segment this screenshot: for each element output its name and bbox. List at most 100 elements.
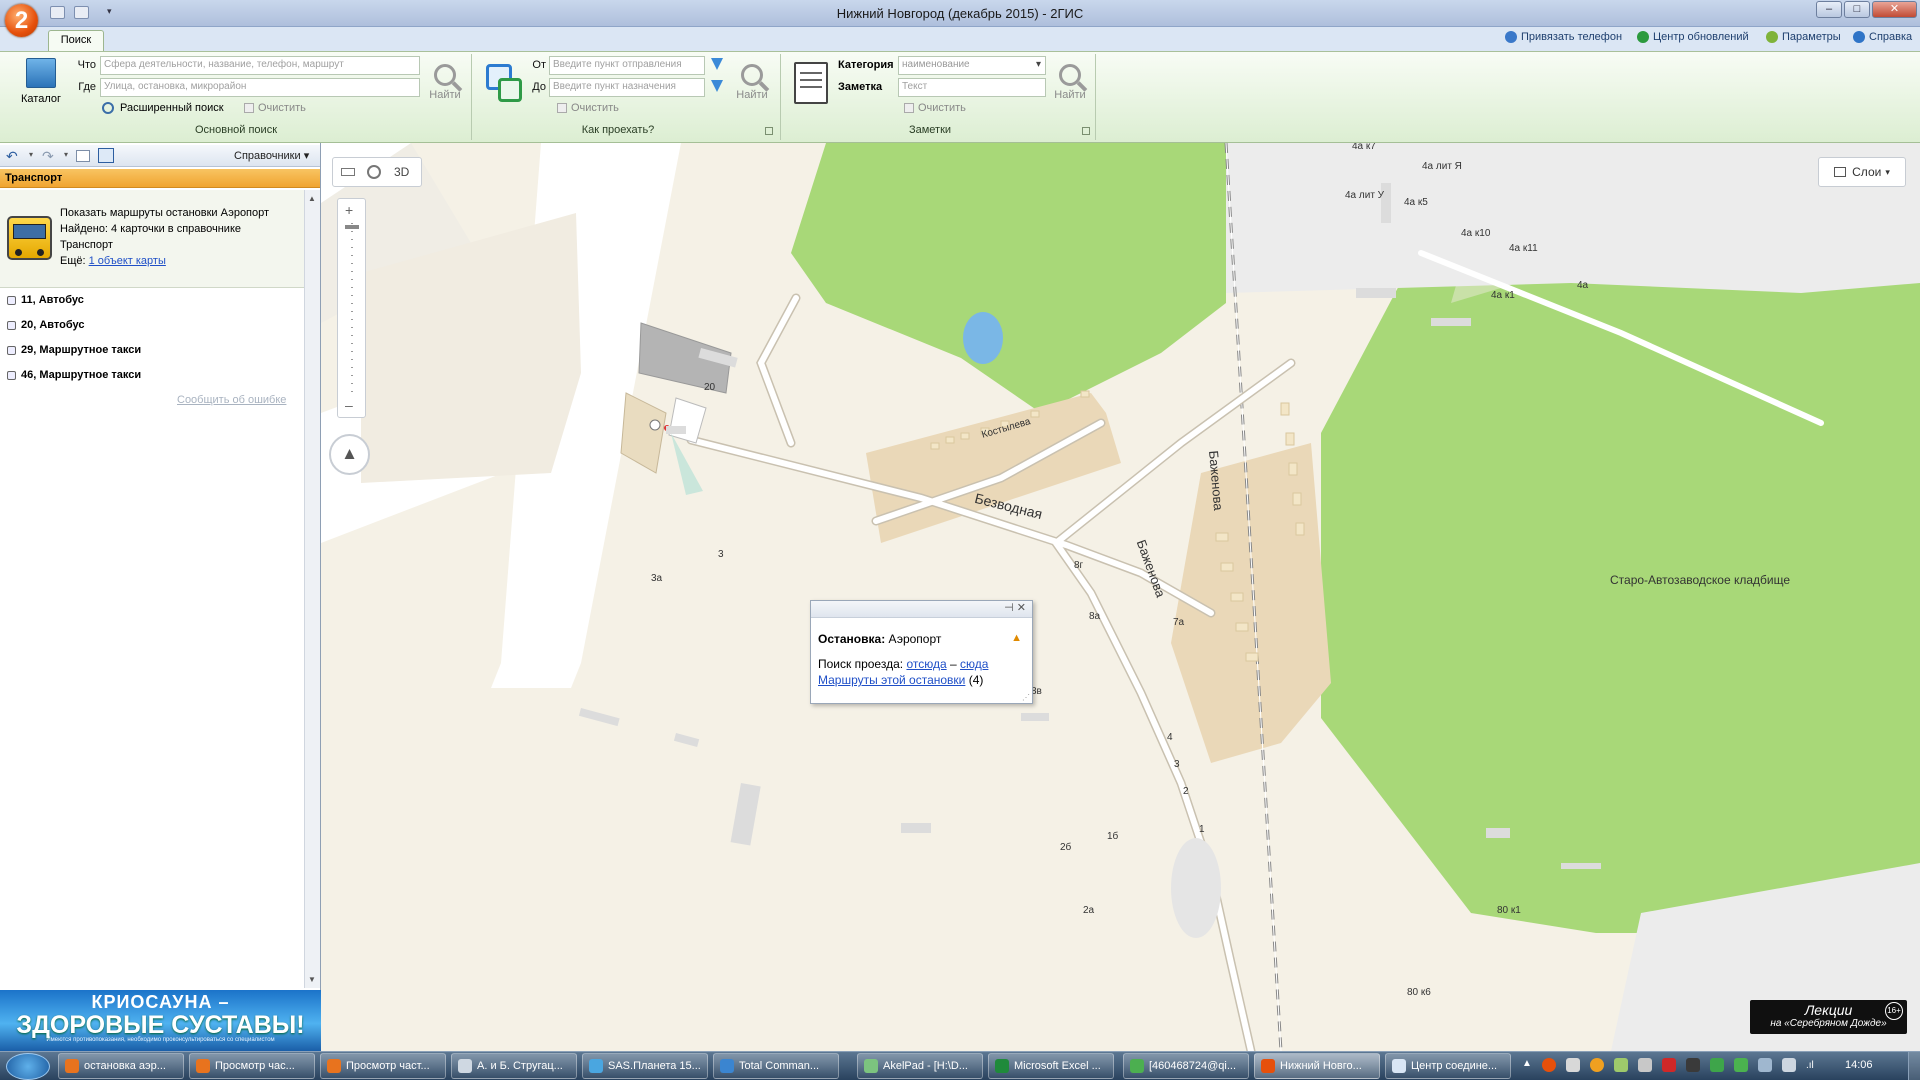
- map-object-link[interactable]: 1 объект карты: [89, 255, 166, 267]
- route-icon[interactable]: [482, 60, 526, 106]
- 3d-toggle-button[interactable]: 3D: [394, 165, 409, 179]
- route-item[interactable]: 46, Маршрутное такси: [7, 369, 141, 381]
- from-input[interactable]: Введите пункт отправления: [549, 56, 705, 75]
- taskbar-item[interactable]: Total Comman...: [713, 1053, 839, 1079]
- tray-icon[interactable]: [1638, 1058, 1652, 1072]
- start-button[interactable]: [6, 1053, 50, 1080]
- tray-icon[interactable]: [1734, 1058, 1748, 1072]
- route-item[interactable]: 11, Автобус: [7, 294, 84, 306]
- minibus-route-icon: [7, 345, 16, 355]
- tray-icon[interactable]: [1590, 1058, 1604, 1072]
- forward-dropdown-icon[interactable]: ▾: [64, 150, 68, 159]
- close-button[interactable]: ✕: [1872, 1, 1917, 18]
- qat-dropdown-icon[interactable]: ▾: [107, 6, 112, 17]
- warning-icon[interactable]: ▲: [1011, 632, 1022, 644]
- compass-icon[interactable]: ▲: [329, 434, 370, 475]
- house-number: 4а к5: [1404, 197, 1428, 208]
- notes-group-launcher[interactable]: [1082, 127, 1090, 135]
- taskbar-item[interactable]: [460468724@qi...: [1123, 1053, 1249, 1079]
- taskbar-item[interactable]: Просмотр час...: [189, 1053, 315, 1079]
- sidebar-scrollbar[interactable]: ▲ ▼: [304, 190, 320, 988]
- find-main-button[interactable]: Найти: [427, 58, 463, 108]
- tray-icon[interactable]: [1710, 1058, 1724, 1072]
- link-update-center[interactable]: Центр обновлений: [1637, 31, 1749, 43]
- catalog-button[interactable]: Каталог: [10, 56, 72, 112]
- directories-dropdown[interactable]: Справочники ▾: [234, 149, 309, 162]
- zoom-out-icon[interactable]: –: [345, 397, 353, 413]
- clock[interactable]: 14:06: [1845, 1059, 1873, 1071]
- minimize-button[interactable]: –: [1816, 1, 1842, 18]
- house-number: 4а к10: [1461, 228, 1491, 239]
- tray-expand-icon[interactable]: ▲: [1522, 1058, 1532, 1069]
- link-parameters[interactable]: Параметры: [1766, 31, 1841, 43]
- tray-icon[interactable]: [1566, 1058, 1580, 1072]
- app-logo-icon[interactable]: 2: [5, 4, 38, 37]
- sidebar-toolbar: ↶ ▾ ↷ ▾ Справочники ▾: [0, 145, 320, 167]
- tab-search[interactable]: Поиск: [48, 30, 104, 51]
- volume-tray-icon[interactable]: [1782, 1058, 1796, 1072]
- taskbar-item[interactable]: Центр соедине...: [1385, 1053, 1511, 1079]
- pin-icon[interactable]: ⊣: [1004, 602, 1014, 614]
- house-number: 4а лит Я: [1422, 161, 1462, 172]
- route-to-here-link[interactable]: сюда: [960, 657, 988, 671]
- taskbar-item[interactable]: Просмотр част...: [320, 1053, 446, 1079]
- map-ad-badge[interactable]: Лекции на «Серебряном Дожде» 16+: [1750, 1000, 1907, 1034]
- route-item[interactable]: 29, Маршрутное такси: [7, 344, 141, 356]
- tray-icon[interactable]: [1614, 1058, 1628, 1072]
- resize-grip-icon[interactable]: ⋰: [1022, 693, 1030, 702]
- ruler-icon[interactable]: [341, 168, 355, 176]
- taskbar-item[interactable]: AkelPad - [H:\D...: [857, 1053, 983, 1079]
- forward-icon[interactable]: ↷: [42, 148, 54, 165]
- note-input[interactable]: Текст: [898, 78, 1046, 97]
- clear-route-button[interactable]: Очистить: [557, 102, 619, 114]
- tray-icon[interactable]: [1686, 1058, 1700, 1072]
- taskbar-item[interactable]: Microsoft Excel ...: [988, 1053, 1114, 1079]
- what-input[interactable]: Сфера деятельности, название, телефон, м…: [100, 56, 420, 75]
- map-view[interactable]: Безводная Костылева Баженова Баженова Ст…: [321, 143, 1920, 1051]
- zoom-slider[interactable]: + –: [337, 198, 366, 418]
- tray-icon[interactable]: [1662, 1058, 1676, 1072]
- to-input[interactable]: Введите пункт назначения: [549, 78, 705, 97]
- link-help[interactable]: Справка: [1853, 31, 1912, 43]
- list-view-icon[interactable]: [98, 148, 114, 163]
- quick-access-icon[interactable]: [50, 6, 65, 19]
- taskbar-item[interactable]: SAS.Планета 15...: [582, 1053, 708, 1079]
- stop-routes-link[interactable]: Маршруты этой остановки: [818, 673, 965, 687]
- maximize-button[interactable]: □: [1844, 1, 1870, 18]
- back-icon[interactable]: ↶: [6, 148, 18, 165]
- print-icon[interactable]: [74, 6, 89, 19]
- network-tray-icon[interactable]: [1758, 1058, 1772, 1072]
- find-notes-button[interactable]: Найти: [1052, 58, 1088, 108]
- route-from-here-link[interactable]: отсюда: [906, 657, 946, 671]
- route-group-launcher[interactable]: [765, 127, 773, 135]
- back-dropdown-icon[interactable]: ▾: [29, 150, 33, 159]
- find-route-button[interactable]: Найти: [734, 58, 770, 108]
- where-input[interactable]: Улица, остановка, микрорайон: [100, 78, 420, 97]
- 2gis-tray-icon[interactable]: [1542, 1058, 1556, 1072]
- eraser-icon: [557, 103, 567, 113]
- advertisement-banner[interactable]: КРИОСАУНА – ЗДОРОВЫЕ СУСТАВЫ! Имеются пр…: [0, 990, 321, 1051]
- house-number: 3: [718, 549, 724, 560]
- category-select[interactable]: наименование ▾: [898, 56, 1046, 75]
- magnifier-icon: [741, 64, 763, 86]
- print-list-icon[interactable]: [76, 150, 90, 162]
- report-error-link[interactable]: Сообщить об ошибке: [177, 394, 286, 406]
- layers-button[interactable]: Слои ▾: [1818, 157, 1906, 187]
- notes-icon[interactable]: [794, 62, 828, 104]
- clear-notes-button[interactable]: Очистить: [904, 102, 966, 114]
- link-bind-phone[interactable]: Привязать телефон: [1505, 31, 1622, 43]
- result-card[interactable]: Показать маршруты остановки Аэропорт Най…: [0, 190, 304, 288]
- signal-tray-icon[interactable]: .ıl: [1806, 1060, 1814, 1071]
- clear-main-search-button[interactable]: Очистить: [244, 102, 306, 114]
- route-item[interactable]: 20, Автобус: [7, 319, 84, 331]
- popup-close-icon[interactable]: ✕: [1017, 602, 1026, 614]
- taskbar-item-active[interactable]: Нижний Новго...: [1254, 1053, 1380, 1079]
- show-desktop-button[interactable]: [1908, 1052, 1920, 1080]
- zoom-in-icon[interactable]: +: [345, 202, 353, 218]
- advanced-search-button[interactable]: Расширенный поиск: [102, 102, 224, 114]
- rotate-icon[interactable]: [367, 165, 381, 179]
- zoom-handle[interactable]: [345, 225, 359, 229]
- taskbar-item[interactable]: А. и Б. Стругац...: [451, 1053, 577, 1079]
- taskbar-item[interactable]: остановка аэр...: [58, 1053, 184, 1079]
- house-number: 20: [704, 382, 716, 393]
